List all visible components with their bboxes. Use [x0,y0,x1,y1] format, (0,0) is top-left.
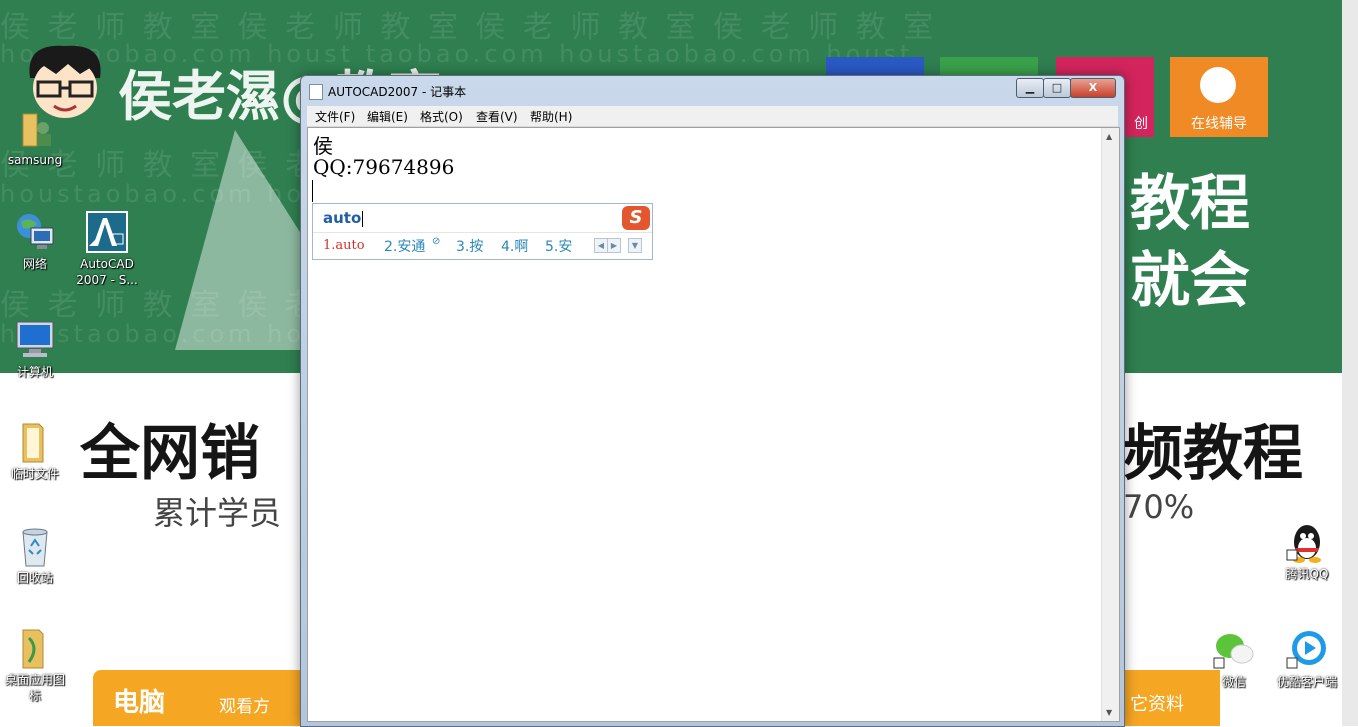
ime-divider [313,232,652,233]
desktop-icon-qq[interactable]: 腾讯QQ [1272,520,1342,582]
user-folder-icon [22,113,51,147]
subline-left: 累计学员 [153,494,282,532]
menu-file[interactable]: 文件(F) [315,108,355,125]
desktop-icon-computer[interactable]: 计算机 [0,318,70,380]
ime-composition: auto [323,209,364,227]
folder-icon [22,423,44,463]
desktop-icon-autocad[interactable]: AutoCAD 2007 - S... [72,210,142,288]
desktop-icon-label: 优酷客户端 [1276,675,1337,689]
close-button[interactable]: X [1070,78,1116,98]
ime-next-page-icon[interactable]: ▶ [607,238,621,253]
youku-icon [1286,631,1326,669]
ime-candidate-3[interactable]: 3.按 [456,236,483,256]
menu-help[interactable]: 帮助(H) [530,108,572,125]
wallpaper-edge [1342,0,1358,726]
promo-tile-orange: 在线辅导 [1170,57,1268,137]
desktop-icon-wechat[interactable]: 微信 [1199,628,1269,690]
sogou-logo-icon[interactable]: S [622,206,650,230]
ime-candidate-1[interactable]: 1.auto [323,238,365,253]
maximize-button[interactable]: □ [1043,78,1071,98]
text-line: QQ:79674896 [313,155,455,179]
close-icon: X [1088,81,1098,94]
wechat-icon [1213,634,1254,669]
desktop-icon-app-icons-folder[interactable]: 桌面应用图标 [0,626,70,704]
desktop-icon-label: 腾讯QQ [1285,567,1329,581]
scroll-up-icon[interactable]: ▲ [1106,132,1112,141]
folder-icon [22,629,44,669]
ime-caret [362,210,364,227]
menu-view[interactable]: 查看(V) [476,108,518,125]
desktop-icon-recycle-bin[interactable]: 回收站 [0,524,70,586]
desktop-icon-label: 桌面应用图标 [4,673,65,703]
autocad-icon [86,211,128,253]
desktop-icon-label: 微信 [1221,675,1246,689]
headline-right: 频教程 [1123,419,1303,489]
desktop-icon-samsung[interactable]: samsung [0,106,70,168]
maximize-icon: □ [1051,81,1063,94]
desktop-icon-label: 计算机 [16,365,53,379]
computer-icon [16,321,54,357]
ime-candidate-5[interactable]: 5.安 [545,236,572,256]
tile-label: 在线辅导 [1191,116,1247,132]
window-title: AUTOCAD2007 - 记事本 [328,85,467,99]
subline-right: 70% [1123,488,1195,526]
network-icon [17,214,54,249]
ime-composition-text: auto [323,209,362,227]
wallpaper-right-text-1: 教程 [1130,169,1250,239]
banner-left-sub: 观看方 [219,697,270,717]
banner-left-title: 电脑 [113,688,166,718]
ime-expand-icon[interactable]: ▼ [628,238,642,253]
ime-candidate-4[interactable]: 4.啊 [501,236,528,256]
title-bar[interactable]: AUTOCAD2007 - 记事本 ▁ □ X [301,76,1124,104]
ime-candidate-window: auto S 1.auto 2.安通 ⊘ 3.按 4.啊 5.安 ◀ ▶ ▼ [312,203,653,260]
notepad-window: AUTOCAD2007 - 记事本 ▁ □ X 文件(F) 编辑(E) 格式(O… [300,75,1125,727]
desktop-icon-label: 回收站 [16,571,53,585]
vertical-scrollbar[interactable]: ▲ ▼ [1101,128,1119,721]
minimize-button[interactable]: ▁ [1016,78,1044,98]
recycle-bin-icon [22,528,48,567]
desktop-icon-label: 临时文件 [10,467,59,481]
tutor-avatar-icon [1200,67,1236,103]
ime-prev-page-icon[interactable]: ◀ [594,238,608,253]
desktop-icon-temp-folder[interactable]: 临时文件 [0,420,70,482]
desktop-icon-label: samsung [7,153,63,167]
menu-bar: 文件(F) 编辑(E) 格式(O) 查看(V) 帮助(H) [307,106,1118,127]
qq-icon [1286,525,1321,563]
headline-left: 全网销 [80,419,260,489]
scroll-down-icon[interactable]: ▼ [1106,708,1112,717]
notepad-app-icon[interactable] [309,84,323,100]
desktop-icon-youku[interactable]: 优酷客户端 [1272,628,1342,690]
menu-edit[interactable]: 编辑(E) [367,108,408,125]
ime-candidate-2[interactable]: 2.安通 [384,236,425,256]
wallpaper-right-text-2: 就会 [1130,246,1250,316]
desktop-icon-label: AutoCAD 2007 - S... [76,257,138,287]
banner-left: 电脑 观看方 [93,670,308,726]
desktop-icon-network[interactable]: 网络 [0,210,70,272]
menu-format[interactable]: 格式(O) [420,108,463,125]
text-caret [312,180,313,202]
ime-cloud-badge-icon: ⊘ [432,236,441,247]
minimize-icon: ▁ [1025,81,1035,94]
desktop-icon-label: 网络 [22,257,47,271]
banner-right-text: 它资料 [1130,694,1184,715]
